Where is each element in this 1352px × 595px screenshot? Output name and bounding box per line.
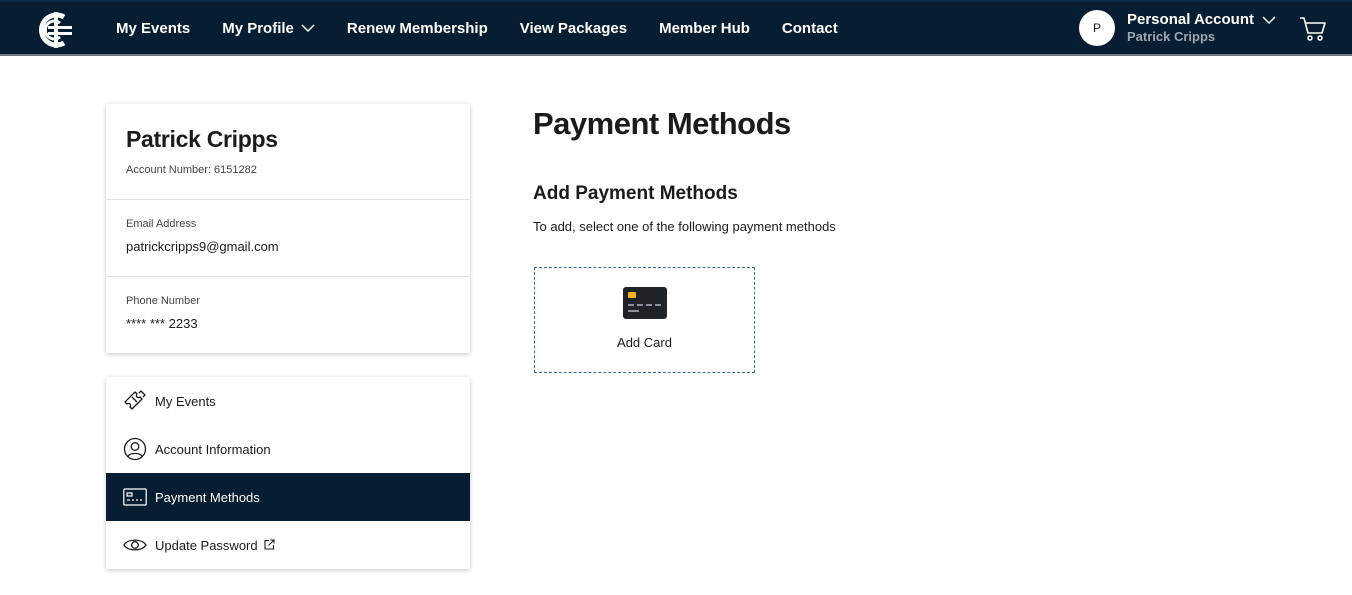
sidebar-item-label: Payment Methods xyxy=(155,489,260,505)
sidebar-item-label: Update Password xyxy=(155,537,258,553)
carlton-logo-icon[interactable] xyxy=(34,8,78,52)
nav-view-packages-label: View Packages xyxy=(519,19,628,37)
eye-icon xyxy=(123,533,147,557)
credit-card-icon xyxy=(623,287,667,324)
sidebar-item-update-password[interactable]: Update Password xyxy=(106,521,470,569)
profile-card: Patrick Cripps Account Number: 6151282 E… xyxy=(106,104,470,353)
add-card-button[interactable]: Add Card xyxy=(534,267,755,373)
nav-contact[interactable]: Contact xyxy=(782,20,838,37)
cart-icon[interactable] xyxy=(1299,16,1327,42)
account-name: Patrick Cripps xyxy=(1127,29,1216,44)
account-menu[interactable]: P Personal Account Patrick Cripps xyxy=(1079,10,1276,46)
nav-renew-membership-label: Renew Membership xyxy=(346,19,488,37)
nav-my-profile-label: My Profile xyxy=(222,19,294,37)
nav-member-hub-label: Member Hub xyxy=(659,19,750,37)
sidebar-item-label: Account Information xyxy=(155,441,271,457)
chevron-down-icon xyxy=(1262,15,1276,24)
add-card-label: Add Card xyxy=(617,335,672,350)
email-value: patrickcripps9@gmail.com xyxy=(126,239,279,254)
section-description: To add, select one of the following paym… xyxy=(533,219,836,234)
section-title: Add Payment Methods xyxy=(533,183,738,204)
chevron-down-icon xyxy=(301,24,315,32)
nav-my-events[interactable]: My Events xyxy=(116,20,190,37)
email-section: Email Address patrickcripps9@gmail.com xyxy=(106,200,470,277)
payment-card-icon xyxy=(123,485,147,509)
nav-view-packages[interactable]: View Packages xyxy=(520,20,627,37)
account-text: Personal Account Patrick Cripps xyxy=(1127,11,1276,45)
nav-my-profile[interactable]: My Profile xyxy=(222,20,315,37)
user-circle-icon xyxy=(123,437,147,461)
account-number: Account Number: 6151282 xyxy=(126,164,257,176)
account-title: Personal Account xyxy=(1127,11,1276,28)
nav-renew-membership[interactable]: Renew Membership xyxy=(347,20,488,37)
avatar: P xyxy=(1079,10,1115,46)
phone-value: **** *** 2233 xyxy=(126,316,198,331)
external-link-icon xyxy=(264,538,275,553)
sidebar-item-my-events[interactable]: My Events xyxy=(106,377,470,425)
nav-member-hub[interactable]: Member Hub xyxy=(659,20,750,37)
sidebar-item-account-information[interactable]: Account Information xyxy=(106,425,470,473)
nav-contact-label: Contact xyxy=(781,19,838,37)
sidebar-item-label: My Events xyxy=(155,393,216,409)
sidebar-menu: My Events Account Information Payment Me… xyxy=(106,377,470,569)
profile-name: Patrick Cripps xyxy=(126,126,278,152)
phone-section: Phone Number **** *** 2233 xyxy=(106,277,470,354)
profile-header: Patrick Cripps Account Number: 6151282 xyxy=(106,104,470,200)
phone-label: Phone Number xyxy=(126,295,200,307)
account-title-label: Personal Account xyxy=(1127,11,1254,28)
sidebar-item-payment-methods[interactable]: Payment Methods xyxy=(106,473,470,521)
main-nav: My Events My Profile Renew Membership Vi… xyxy=(116,2,870,54)
tickets-icon xyxy=(123,389,147,413)
nav-my-events-label: My Events xyxy=(116,19,191,37)
top-navbar: My Events My Profile Renew Membership Vi… xyxy=(0,0,1352,56)
email-label: Email Address xyxy=(126,218,197,230)
page-title: Payment Methods xyxy=(533,106,791,141)
